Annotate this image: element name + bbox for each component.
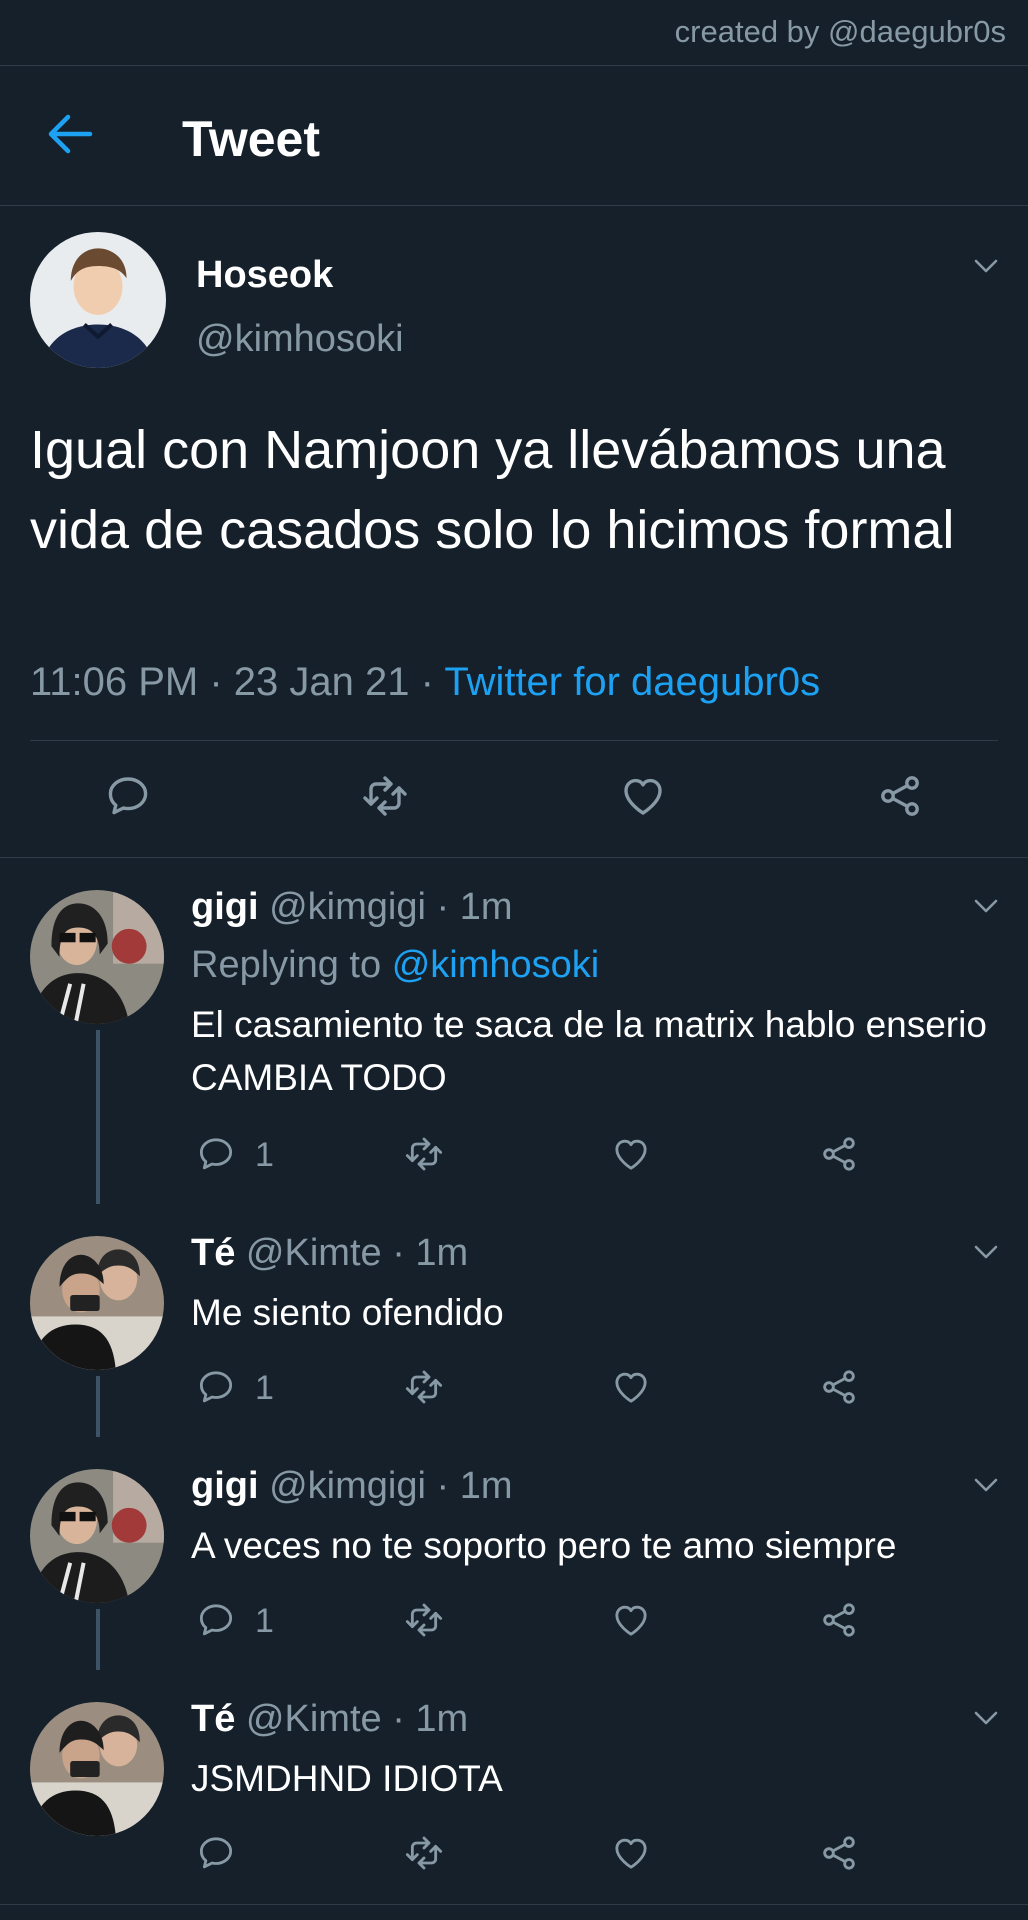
tweet-text: Igual con Namjoon ya llevábamos una vida… — [30, 420, 955, 560]
heart-icon[interactable] — [611, 1600, 651, 1640]
meta-separator: · — [409, 660, 445, 704]
share-icon[interactable] — [819, 1367, 859, 1407]
heart-icon[interactable] — [619, 772, 667, 820]
reply-author-name[interactable]: gigi — [191, 1465, 259, 1507]
reply-text: Me siento ofendido — [191, 1292, 504, 1333]
chevron-down-icon[interactable] — [973, 258, 999, 274]
avatar[interactable] — [30, 1469, 164, 1603]
reply-time: 1m — [459, 886, 513, 928]
meta-separator: · — [198, 660, 234, 704]
divider — [30, 740, 998, 741]
heart-icon[interactable] — [611, 1134, 651, 1174]
reply-author-handle[interactable]: @kimgigi — [269, 1465, 426, 1507]
reply-text: El casamiento te saca de la matrix hablo… — [191, 1004, 987, 1098]
thread-line — [96, 1030, 100, 1204]
share-icon[interactable] — [819, 1833, 859, 1873]
reply-author-handle[interactable]: @Kimte — [246, 1232, 382, 1274]
reply-count: 1 — [255, 1369, 274, 1407]
chevron-down-icon[interactable] — [973, 1244, 999, 1260]
reply-header: Té @Kimte · 1m — [191, 1698, 469, 1740]
retweet-icon[interactable] — [404, 1600, 444, 1640]
reply-tweet[interactable]: Té @Kimte · 1m JSMDHND IDIOTA — [0, 1670, 1028, 1904]
replying-label: Replying to — [191, 944, 382, 986]
reply-time: 1m — [415, 1232, 469, 1274]
comment-icon[interactable] — [196, 1833, 236, 1873]
reply-text: A veces no te soporto pero te amo siempr… — [191, 1525, 897, 1566]
creator-credit: created by @daegubr0s — [674, 14, 1006, 49]
avatar[interactable] — [30, 232, 166, 368]
thread-line — [96, 1376, 100, 1437]
reply-tweet[interactable]: gigi @kimgigi · 1m A veces no te soporto… — [0, 1437, 1028, 1670]
retweet-icon[interactable] — [361, 772, 409, 820]
avatar[interactable] — [30, 1702, 164, 1836]
tweet-date: 23 Jan 21 — [233, 660, 410, 704]
reply-tweet[interactable]: gigi @kimgigi · 1m Replying to @kimhosok… — [0, 858, 1028, 1204]
replying-to-link[interactable]: @kimhosoki — [392, 944, 600, 986]
comment-icon[interactable] — [196, 1367, 236, 1407]
reply-author-name[interactable]: Té — [191, 1698, 235, 1740]
avatar[interactable] — [30, 890, 164, 1024]
reply-header: Té @Kimte · 1m — [191, 1232, 469, 1274]
divider — [0, 1904, 1028, 1905]
heart-icon[interactable] — [611, 1367, 651, 1407]
share-icon[interactable] — [819, 1134, 859, 1174]
reply-tweet[interactable]: Té @Kimte · 1m Me siento ofendido 1 — [0, 1204, 1028, 1437]
back-arrow-icon[interactable] — [44, 112, 96, 156]
tweet-time: 11:06 PM — [30, 660, 199, 704]
reply-count: 1 — [255, 1136, 274, 1174]
chevron-down-icon[interactable] — [973, 898, 999, 914]
share-icon[interactable] — [819, 1600, 859, 1640]
reply-author-name[interactable]: Té — [191, 1232, 235, 1274]
thread-line — [96, 1609, 100, 1670]
reply-count: 1 — [255, 1602, 274, 1640]
reply-text: JSMDHND IDIOTA — [191, 1758, 503, 1799]
retweet-icon[interactable] — [404, 1833, 444, 1873]
tweet-actions — [0, 772, 1028, 836]
reply-author-name[interactable]: gigi — [191, 886, 259, 928]
share-icon[interactable] — [876, 772, 924, 820]
chevron-down-icon[interactable] — [973, 1477, 999, 1493]
reply-time: 1m — [415, 1698, 469, 1740]
reply-header: gigi @kimgigi · 1m — [191, 1465, 513, 1507]
author-name[interactable]: Hoseok — [196, 254, 333, 297]
retweet-icon[interactable] — [404, 1134, 444, 1174]
credit-bar: created by @daegubr0s — [0, 0, 1028, 66]
reply-author-handle[interactable]: @Kimte — [246, 1698, 382, 1740]
header: Tweet — [0, 66, 1028, 206]
comment-icon[interactable] — [196, 1134, 236, 1174]
tweet-meta: 11:06 PM · 23 Jan 21 · Twitter for daegu… — [30, 660, 820, 705]
reply-author-handle[interactable]: @kimgigi — [269, 886, 426, 928]
avatar[interactable] — [30, 1236, 164, 1370]
reply-header: gigi @kimgigi · 1m — [191, 886, 513, 928]
author-handle[interactable]: @kimhosoki — [196, 318, 404, 361]
comment-icon[interactable] — [104, 772, 152, 820]
replying-to: Replying to @kimhosoki — [191, 944, 599, 987]
comment-icon[interactable] — [196, 1600, 236, 1640]
reply-time: 1m — [459, 1465, 513, 1507]
main-tweet: Hoseok @kimhosoki Igual con Namjoon ya l… — [0, 206, 1028, 858]
retweet-icon[interactable] — [404, 1367, 444, 1407]
chevron-down-icon[interactable] — [973, 1710, 999, 1726]
tweet-source-link[interactable]: Twitter for daegubr0s — [444, 660, 820, 704]
heart-icon[interactable] — [611, 1833, 651, 1873]
page-title: Tweet — [182, 111, 320, 167]
